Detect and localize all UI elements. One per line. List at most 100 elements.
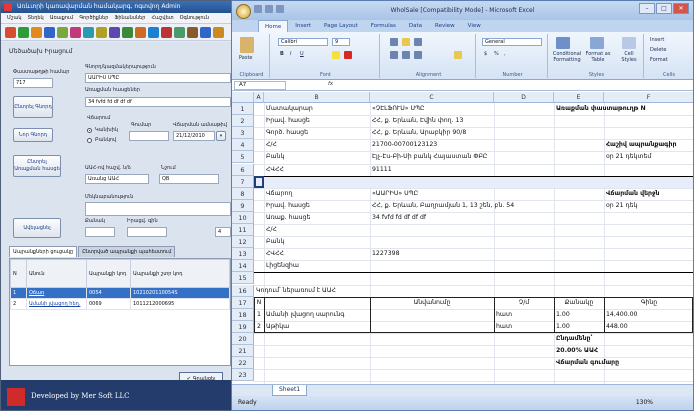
column-header[interactable]: C xyxy=(370,92,494,103)
row-header[interactable]: 16 xyxy=(232,284,254,297)
sheet-cell[interactable]: Իրավ. հասցե xyxy=(264,202,310,209)
row-header[interactable]: 7 xyxy=(232,175,254,188)
row-header[interactable]: 5 xyxy=(232,151,254,164)
qty-value-field[interactable]: 4 xyxy=(215,227,231,237)
minimize-icon[interactable]: – xyxy=(639,3,655,14)
name-box[interactable]: A7 xyxy=(234,81,286,90)
doc-number-field[interactable]: 717 xyxy=(13,78,53,88)
conditional-formatting-label[interactable]: Conditional Formatting xyxy=(552,51,582,63)
tab-review[interactable]: Review xyxy=(429,20,461,32)
sheet-cell[interactable]: ՀՎՀՀ xyxy=(264,166,284,173)
new-buyer-button[interactable]: Նոր Գնորդ xyxy=(13,128,53,142)
tab-insert[interactable]: Insert xyxy=(289,20,317,32)
merge-center-icon[interactable] xyxy=(454,51,462,59)
insert-cells-button[interactable]: Insert xyxy=(650,37,664,43)
sheet-cell[interactable]: Հաշիվ ապրանքագիր xyxy=(604,141,676,148)
menu-item[interactable]: Ֆինանսներ xyxy=(114,13,145,23)
toolbar-icon[interactable] xyxy=(5,27,16,38)
format-as-table-label[interactable]: Format as Table xyxy=(584,51,612,63)
row-header[interactable]: 13 xyxy=(232,248,254,261)
sheet-cell[interactable]: 20.00% ԱԱՀ xyxy=(554,347,598,354)
align-left-icon[interactable] xyxy=(390,51,398,59)
row-header[interactable]: 4 xyxy=(232,139,254,152)
cell-styles-icon[interactable] xyxy=(622,37,636,49)
sheet-cell[interactable]: Իրավ. հասցե xyxy=(264,117,310,124)
row-header[interactable]: 20 xyxy=(232,332,254,345)
bank-radio[interactable] xyxy=(87,138,92,143)
toolbar-icon[interactable] xyxy=(57,27,68,38)
grid-header[interactable]: Ապրանքի շտր կոդ xyxy=(130,259,230,288)
sheet-cell[interactable]: Մատակարար xyxy=(264,105,313,112)
tab-products[interactable]: Ապրանքների ցուցակը xyxy=(9,246,78,257)
grid-cell[interactable]: Ամանի լվացող հեղ. xyxy=(26,298,87,310)
column-header[interactable]: F xyxy=(604,92,693,103)
sheet-cell[interactable]: Վճարող xyxy=(264,190,292,197)
fill-color-icon[interactable] xyxy=(332,51,340,59)
row-header[interactable]: 9 xyxy=(232,199,254,212)
toolbar-icon[interactable] xyxy=(83,27,94,38)
sheet-cell[interactable]: 34 fvfd fd df df df xyxy=(370,214,426,221)
sheet-cell[interactable]: օր 21 դեկ xyxy=(604,202,637,209)
sheet-cell[interactable]: 1227398 xyxy=(370,250,400,257)
menu-item[interactable]: Գործիքներ xyxy=(79,13,108,23)
delete-cells-button[interactable]: Delete xyxy=(650,47,666,53)
sheet-cell[interactable]: Հ/Հ xyxy=(264,141,277,148)
sheet-cell[interactable]: Առաքման փաստաթուղթ N xyxy=(554,105,646,112)
toolbar-icon[interactable] xyxy=(161,27,172,38)
font-color-icon[interactable] xyxy=(344,51,352,59)
sheet-cell[interactable]: ՀՀ, ք. Երևան, Էվին փող. 13 xyxy=(370,117,463,124)
table-row[interactable]: 1 Օճառ 0054 1021020110054S xyxy=(10,287,230,299)
sheet-cell[interactable]: ՀՀ, ք. Երևան, Բաղրամյան 1, 13 շեն, բն. 5… xyxy=(370,202,514,209)
row-header[interactable]: 12 xyxy=(232,236,254,249)
cash-radio[interactable] xyxy=(87,128,92,133)
sheet-cell[interactable]: Վճարման վերջն xyxy=(604,190,660,197)
sheet-cell[interactable]: 21700-00700123123 xyxy=(370,141,437,148)
percent-icon[interactable]: % xyxy=(494,51,499,57)
sheet-cell[interactable]: Լիցենզիա xyxy=(264,262,299,269)
row-header[interactable]: 21 xyxy=(232,345,254,358)
toolbar-icon[interactable] xyxy=(109,27,120,38)
row-header[interactable]: 22 xyxy=(232,357,254,370)
fx-icon[interactable]: fx xyxy=(328,81,333,87)
remark-field[interactable]: QB xyxy=(159,174,219,184)
close-icon[interactable]: ✕ xyxy=(673,3,689,14)
align-right-icon[interactable] xyxy=(414,51,422,59)
tab-data[interactable]: Data xyxy=(403,20,428,32)
toolbar-icon[interactable] xyxy=(135,27,146,38)
sheet-cell[interactable]: Էյչ-Էս-Բի-Սի բանկ Հայաստան ՓԲԸ xyxy=(370,153,487,160)
redo-icon[interactable] xyxy=(276,5,284,13)
worksheet-grid[interactable]: A B C D E F 1 Մատակարար «ՉԷԼՖՈՒՍ» ՍՊԸ Առաքման փաս… xyxy=(232,92,693,384)
sheet-cell[interactable]: օր 21 դեկտեմ xyxy=(604,153,651,160)
table-row[interactable]: 2 Ամանի լվացող հեղ. 0069 1011212000695 xyxy=(10,298,230,310)
column-header[interactable]: D xyxy=(494,92,554,103)
toolbar-icon[interactable] xyxy=(174,27,185,38)
toolbar-icon[interactable] xyxy=(96,27,107,38)
row-header[interactable]: 19 xyxy=(232,320,254,333)
align-middle-icon[interactable] xyxy=(402,38,410,46)
qty-field[interactable] xyxy=(85,227,115,237)
office-button-icon[interactable] xyxy=(236,4,251,19)
date-field[interactable]: 21/12/2010 xyxy=(173,131,215,141)
sheet-cell[interactable]: «ՉԷԼՖՈՒՍ» ՍՊԸ xyxy=(370,105,425,112)
underline-icon[interactable]: U xyxy=(300,51,304,57)
add-button[interactable]: Ավելացնել xyxy=(13,218,61,238)
sheet-cell[interactable]: «ԱԱՐԻՍ» ՍՊԸ xyxy=(370,190,418,197)
row-header[interactable]: 23 xyxy=(232,369,254,382)
address-field[interactable]: 34 fvfd fd df df df xyxy=(85,97,231,107)
currency-icon[interactable]: $ xyxy=(484,51,487,57)
select-buyer-button[interactable]: Ընտրել Գնորդ xyxy=(13,96,53,118)
paste-label[interactable]: Paste xyxy=(239,55,253,61)
font-name-select[interactable]: Calibri xyxy=(278,38,328,46)
menu-item[interactable]: Հաշվետ xyxy=(151,13,173,23)
zoom-level[interactable]: 130% xyxy=(636,396,653,410)
sheet-cell[interactable]: Գործ. հասցե xyxy=(264,129,308,136)
format-as-table-icon[interactable] xyxy=(590,37,604,49)
toolbar-icon[interactable] xyxy=(18,27,29,38)
row-header[interactable]: 15 xyxy=(232,272,254,285)
menu-item[interactable]: Առաքում xyxy=(50,13,74,23)
toolbar-icon[interactable] xyxy=(31,27,42,38)
vat-select[interactable]: Առանց ԱԱՀ xyxy=(85,174,149,184)
toolbar-icon[interactable] xyxy=(213,27,224,38)
sheet-cell[interactable]: Բանկ xyxy=(264,153,284,160)
toolbar-icon[interactable] xyxy=(44,27,55,38)
